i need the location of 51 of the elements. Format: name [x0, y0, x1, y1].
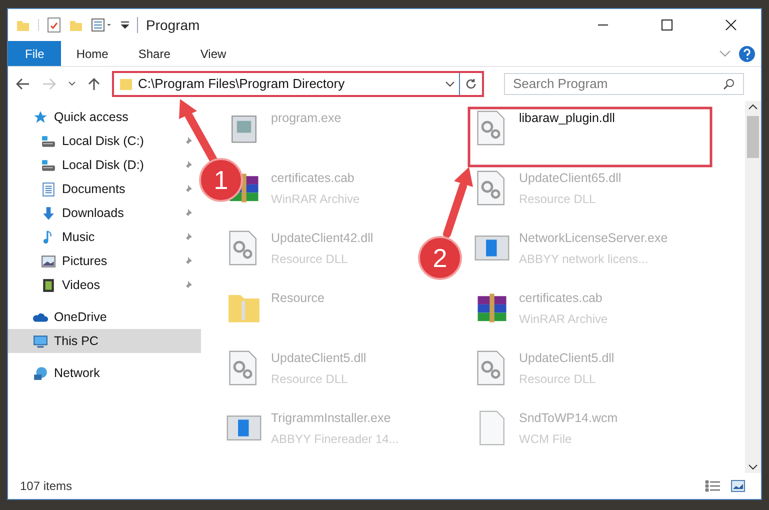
close-icon[interactable] — [725, 19, 737, 31]
ribbon-tab[interactable]: Home — [61, 41, 124, 66]
properties-icon[interactable] — [47, 17, 61, 33]
expand-ribbon-icon[interactable] — [719, 50, 731, 58]
nav-item[interactable]: Local Disk (C:) — [8, 129, 201, 153]
scrollbar[interactable] — [745, 101, 761, 473]
maximize-icon[interactable] — [661, 19, 673, 31]
file-name[interactable]: libaraw_plugin.dll — [519, 109, 615, 128]
search-input[interactable]: Search Program — [513, 74, 723, 94]
search-field[interactable]: Search Program — [504, 73, 744, 95]
scroll-down-icon[interactable] — [748, 464, 758, 470]
nav-item[interactable]: Downloads — [8, 201, 201, 225]
nav-item[interactable]: Local Disk (D:) — [8, 153, 201, 177]
large-icons-view-icon[interactable] — [731, 480, 745, 492]
view-options-icon[interactable] — [91, 18, 113, 32]
pc-icon — [33, 334, 48, 348]
help-icon[interactable] — [739, 46, 755, 62]
dropdown-icon[interactable] — [121, 21, 129, 29]
up-arrow-icon[interactable] — [88, 77, 100, 91]
nav-item[interactable]: Videos — [8, 273, 201, 297]
pictures-icon — [41, 254, 56, 268]
chevron-down-icon[interactable] — [445, 81, 455, 87]
details-view-icon[interactable] — [705, 480, 721, 492]
scroll-up-icon[interactable] — [748, 104, 758, 110]
nav-item[interactable]: Pictures — [8, 249, 201, 273]
refresh-icon[interactable] — [465, 78, 477, 90]
search-icon — [723, 78, 735, 90]
videos-icon — [41, 278, 56, 292]
annotation-arrow — [443, 167, 473, 238]
recent-dropdown-icon[interactable] — [68, 81, 76, 87]
scroll-thumb[interactable] — [747, 116, 759, 158]
address-bar[interactable]: C:\Program Files\Program Directory — [112, 71, 484, 97]
ribbon-tab[interactable]: Share — [123, 41, 186, 66]
nav-item[interactable]: Quick access — [8, 105, 201, 129]
address-path: C:\Program Files\Program Directory — [138, 75, 346, 94]
ribbon-tab[interactable]: View — [185, 41, 242, 66]
folder-icon — [119, 77, 133, 91]
nav-item[interactable]: Music — [8, 225, 201, 249]
network-icon — [33, 366, 48, 380]
item-count: 107 items — [20, 478, 72, 495]
nav-item[interactable]: OneDrive — [8, 305, 201, 329]
nav-item[interactable]: Documents — [8, 177, 201, 201]
disk-icon — [41, 134, 56, 148]
nav-item[interactable]: Network — [8, 361, 201, 385]
disk-icon — [41, 158, 56, 172]
ribbon-tab[interactable]: File — [8, 41, 62, 66]
downloads-icon — [41, 206, 56, 220]
window-title: Program — [146, 16, 200, 35]
documents-icon — [41, 182, 56, 196]
nav-item[interactable]: This PC — [8, 329, 201, 353]
back-arrow-icon[interactable] — [16, 78, 30, 90]
